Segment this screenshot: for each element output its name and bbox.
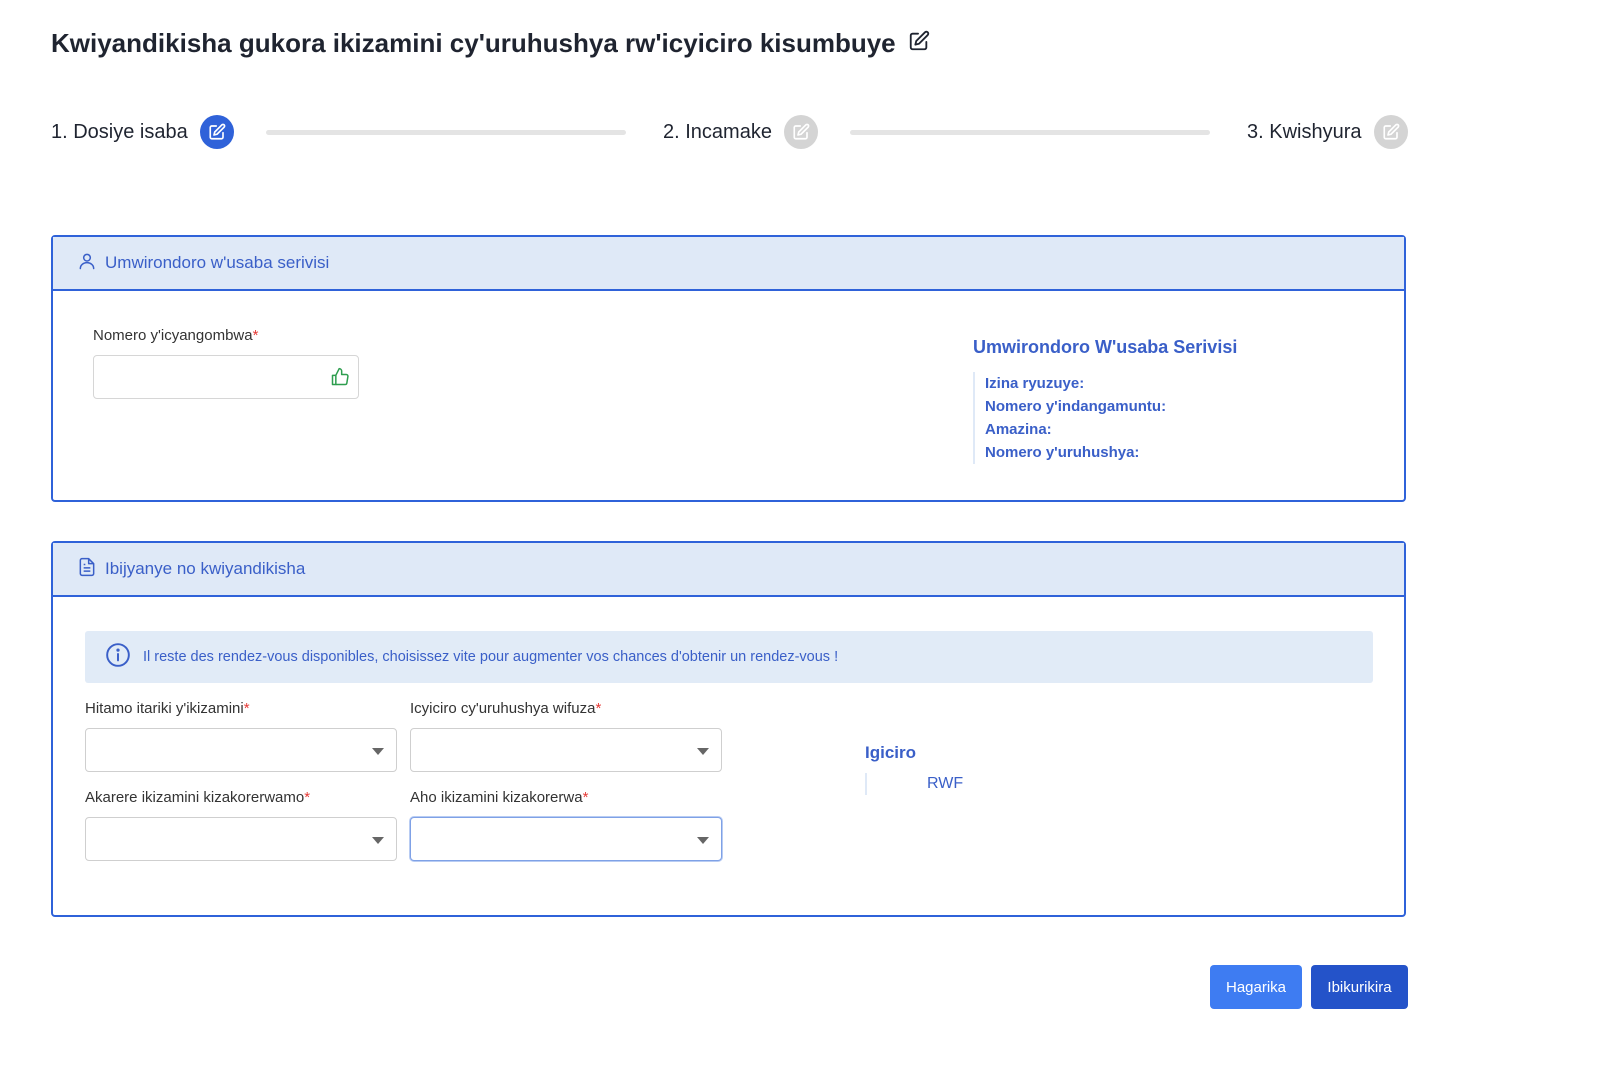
info-icon [105, 642, 131, 672]
next-button[interactable]: Ibikurikira [1311, 965, 1408, 1009]
registration-card-title: Ibijyanye no kwiyandikisha [105, 559, 306, 578]
step-incamake[interactable]: 2. Incamake [663, 110, 818, 154]
document-icon [77, 557, 97, 582]
exam-location-select[interactable] [410, 817, 722, 861]
step-label: 2. Incamake [663, 120, 772, 143]
applicant-info: Umwirondoro W'usaba Serivisi Izina ryuzu… [973, 337, 1373, 464]
applicant-card-title: Umwirondoro w'usaba serivisi [105, 253, 330, 272]
applicant-info-title: Umwirondoro W'usaba Serivisi [973, 337, 1238, 357]
permit-number-field[interactable] [93, 355, 359, 399]
thumbs-up-icon [330, 367, 350, 387]
info-row-national-id: Nomero y'indangamuntu: [985, 398, 1167, 415]
stepper: 1. Dosiye isaba 2. Incamake 3. Kwishyura [51, 110, 1408, 154]
step-connector [266, 130, 626, 135]
step-kwishyura[interactable]: 3. Kwishyura [1247, 110, 1408, 154]
price-title: Igiciro [865, 743, 917, 762]
license-category-label: Icyiciro cy'uruhushya wifuza* [410, 700, 602, 717]
applicant-info-list: Izina ryuzuye: Nomero y'indangamuntu: Am… [973, 372, 1373, 464]
exam-district-label: Akarere ikizamini kizakorerwamo* [85, 789, 311, 806]
exam-location-label: Aho ikizamini kizakorerwa* [410, 789, 589, 806]
chevron-down-icon [372, 748, 384, 755]
availability-alert: Il reste des rendez-vous disponibles, ch… [85, 631, 1373, 683]
user-icon [77, 251, 97, 276]
edit-icon [1373, 115, 1408, 149]
info-row-names: Amazina: [985, 421, 1052, 438]
info-row-full-name: Izina ryuzuye: [985, 375, 1085, 392]
edit-icon [199, 115, 234, 149]
registration-card: Ibijyanye no kwiyandikisha Il reste des … [51, 541, 1406, 917]
applicant-card: Umwirondoro w'usaba serivisi Nomero y'ic… [51, 235, 1406, 502]
chevron-down-icon [697, 748, 709, 755]
alert-text: Il reste des rendez-vous disponibles, ch… [143, 649, 839, 665]
step-dosiye-isaba[interactable]: 1. Dosiye isaba [51, 110, 234, 154]
edit-icon [783, 115, 818, 149]
step-label: 3. Kwishyura [1247, 120, 1362, 143]
chevron-down-icon [697, 837, 709, 844]
exam-date-select[interactable] [85, 728, 397, 772]
price-amount: RWF [865, 773, 963, 795]
price-summary: Igiciro RWF [865, 743, 963, 795]
cancel-button[interactable]: Hagarika [1210, 965, 1302, 1009]
permit-number-label: Nomero y'icyangombwa* [93, 327, 259, 344]
license-category-select[interactable] [410, 728, 722, 772]
page-title-text: Kwiyandikisha gukora ikizamini cy'uruhus… [51, 28, 896, 58]
exam-district-select[interactable] [85, 817, 397, 861]
chevron-down-icon [372, 837, 384, 844]
registration-card-header: Ibijyanye no kwiyandikisha [53, 543, 1404, 597]
edit-icon [908, 28, 930, 59]
exam-date-label: Hitamo itariki y'ikizamini* [85, 700, 250, 717]
step-connector [850, 130, 1210, 135]
step-label: 1. Dosiye isaba [51, 120, 188, 143]
applicant-card-header: Umwirondoro w'usaba serivisi [53, 237, 1404, 291]
info-row-license-number: Nomero y'uruhushya: [985, 444, 1140, 461]
page-title: Kwiyandikisha gukora ikizamini cy'uruhus… [51, 28, 930, 59]
